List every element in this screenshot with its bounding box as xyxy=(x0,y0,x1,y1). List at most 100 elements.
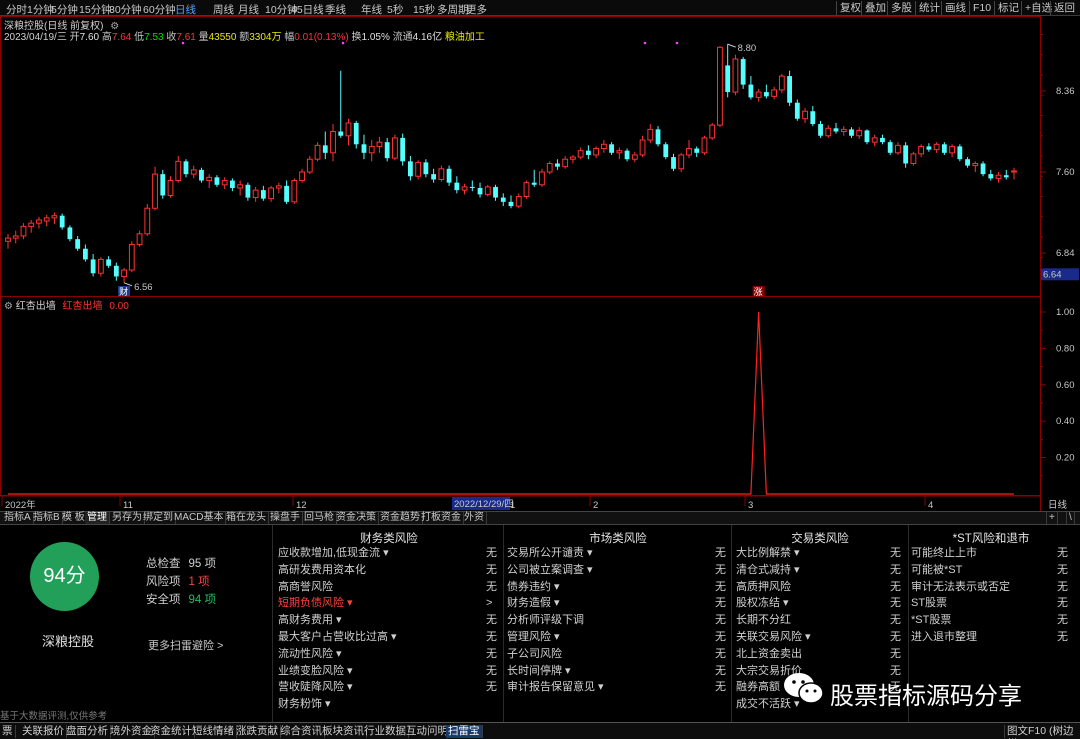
indicator-tab-1[interactable]: 指标B xyxy=(31,512,63,524)
risk-item[interactable]: 管理风险 ▾ xyxy=(507,629,560,645)
indicator-gear-icon[interactable]: ⚙ xyxy=(4,301,13,312)
risk-item[interactable]: 应收款增加,低现金流 ▾ xyxy=(278,545,389,561)
period-12[interactable]: 年线 xyxy=(361,2,382,17)
status-tab-4[interactable]: 资金统计 xyxy=(148,725,195,738)
period-1[interactable]: 1分钟 xyxy=(27,2,54,17)
risk-item[interactable]: 业绩变脸风险 ▾ xyxy=(278,663,353,679)
risk-item-status: 无 xyxy=(715,547,726,559)
period-8[interactable]: 月线 xyxy=(238,2,259,17)
risk-item[interactable]: ST股票 xyxy=(911,595,947,611)
toolbar-button-2[interactable]: 多股 xyxy=(887,1,915,15)
period-10[interactable]: 45日线 xyxy=(291,2,324,17)
indicator-tab-2[interactable]: 模 板 xyxy=(60,512,88,524)
risk-item[interactable]: 股权冻结 ▾ xyxy=(736,595,789,611)
indicator-tab-9[interactable]: 回马枪 xyxy=(302,512,337,524)
period-0[interactable]: 分时 xyxy=(6,2,27,17)
risk-item[interactable]: 交易所公开谴责 ▾ xyxy=(507,545,593,561)
period-7[interactable]: 周线 xyxy=(213,2,234,17)
price-tick-label: 6.84 xyxy=(1056,248,1075,259)
indicator-tick-label: 0.40 xyxy=(1056,416,1075,427)
risk-item[interactable]: 清仓式减持 ▾ xyxy=(736,562,800,578)
toolbar-button-4[interactable]: 画线 xyxy=(941,1,969,15)
period-3[interactable]: 15分钟 xyxy=(79,2,112,17)
status-tab-1[interactable]: 关联报价 xyxy=(20,725,67,738)
period-6[interactable]: 日线 xyxy=(175,2,196,17)
more-scan-link[interactable]: 更多扫雷避险 > xyxy=(148,637,223,653)
status-tab-6[interactable]: 涨跌贡献 xyxy=(234,725,281,738)
toolbar-button-5[interactable]: F10 xyxy=(969,1,994,15)
status-tab-9[interactable]: 行业数据 xyxy=(362,725,409,738)
risk-item[interactable]: 财务造假 ▾ xyxy=(507,595,560,611)
status-tab-2[interactable]: 盘面分析 xyxy=(64,725,111,738)
risk-item[interactable]: 分析师评级下调 xyxy=(507,612,584,628)
toolbar-button-6[interactable]: 标记 xyxy=(994,1,1022,15)
risk-item[interactable]: 高研发费用资本化 xyxy=(278,562,366,578)
risk-item[interactable]: 进入退市整理 xyxy=(911,629,977,645)
risk-item[interactable]: 高商誉风险 xyxy=(278,579,333,595)
status-tab-7[interactable]: 综合资讯 xyxy=(278,725,325,738)
period-5[interactable]: 60分钟 xyxy=(143,2,176,17)
toolbar-button-8[interactable]: 返回 xyxy=(1050,1,1078,15)
f10-sidebar-toggle[interactable]: 图文F10 (树边栏) xyxy=(1004,725,1080,739)
status-tab-0[interactable]: 票 xyxy=(0,725,16,738)
risk-item[interactable]: 大比例解禁 ▾ xyxy=(736,545,800,561)
risk-item[interactable]: 长期不分红 xyxy=(736,612,791,628)
risk-item[interactable]: 公司被立案调查 ▾ xyxy=(507,562,593,578)
risk-item[interactable]: 审计报告保留意见 ▾ xyxy=(507,679,604,695)
risk-item[interactable]: 长时间停牌 ▾ xyxy=(507,663,571,679)
risk-item[interactable]: 债券违约 ▾ xyxy=(507,579,560,595)
period-16[interactable]: 更多 xyxy=(466,2,487,17)
toolbar-button-0[interactable]: 复权 xyxy=(836,1,864,15)
risk-item[interactable]: 最大客户占营收比过高 ▾ xyxy=(278,629,397,645)
candle-body-up xyxy=(252,189,259,199)
wechat-icon xyxy=(784,673,824,704)
tab-bar-control-1[interactable]: \ xyxy=(1066,512,1075,524)
toolbar-button-3[interactable]: 统计 xyxy=(915,1,943,15)
candle-body-down xyxy=(740,59,746,85)
risk-item[interactable]: 关联交易风险 ▾ xyxy=(736,629,811,645)
indicator-tab-0[interactable]: 指标A xyxy=(2,512,34,524)
indicator-tab-3[interactable]: 管理 xyxy=(85,512,110,524)
risk-item[interactable]: 高财务费用 ▾ xyxy=(278,612,342,628)
indicator-tab-12[interactable]: 打板资金 xyxy=(419,512,464,524)
status-tab-11[interactable]: 扫雷宝 xyxy=(446,725,483,738)
date-tick-label: 11 xyxy=(123,500,133,511)
risk-item[interactable]: 短期负债风险 ▾ xyxy=(278,595,353,611)
tab-bar-control-0[interactable]: + xyxy=(1046,512,1058,524)
risk-item[interactable]: 流动性风险 ▾ xyxy=(278,646,342,662)
period-14[interactable]: 15秒 xyxy=(413,2,435,17)
risk-item[interactable]: 可能被*ST xyxy=(911,562,962,578)
period-15[interactable]: 多周期 xyxy=(437,2,469,17)
indicator-name[interactable]: 红杏出墙 xyxy=(16,301,56,312)
risk-item[interactable]: 北上资金卖出 xyxy=(736,646,802,662)
risk-item[interactable]: 高质押风险 xyxy=(736,579,791,595)
indicator-tab-8[interactable]: 操盘手 xyxy=(268,512,303,524)
toolbar-button-1[interactable]: 叠加 xyxy=(861,1,889,15)
indicator-tab-10[interactable]: 资金决策 xyxy=(334,512,379,524)
candle-body-up xyxy=(871,137,878,143)
risk-item[interactable]: 审计无法表示或否定 xyxy=(911,579,1010,595)
status-tab-10[interactable]: 互动问明 xyxy=(404,725,451,738)
period-2[interactable]: 5分钟 xyxy=(51,2,78,17)
risk-item[interactable]: 融券高额 xyxy=(736,679,780,695)
risk-item[interactable]: 可能终止上市 xyxy=(911,545,977,561)
indicator-tab-4[interactable]: 另存为 xyxy=(110,512,145,524)
risk-item[interactable]: *ST股票 xyxy=(911,612,951,628)
risk-item-status: 无 xyxy=(890,580,901,593)
indicator-tab-13[interactable]: 外资 xyxy=(462,512,487,524)
status-tab-8[interactable]: 板块资讯 xyxy=(320,725,367,738)
status-tab-5[interactable]: 短线情绪 xyxy=(190,725,237,738)
period-4[interactable]: 30分钟 xyxy=(109,2,142,17)
indicator-tab-5[interactable]: 绑定到 xyxy=(141,512,176,524)
indicator-tab-11[interactable]: 资金趋势 xyxy=(378,512,423,524)
indicator-tab-6[interactable]: MACD基本 xyxy=(172,512,227,524)
period-11[interactable]: 季线 xyxy=(325,2,346,17)
indicator-tab-7[interactable]: 箱在龙头 xyxy=(224,512,269,524)
chart-area[interactable]: 8.367.606.846.64 1.000.800.600.400.20 20… xyxy=(0,16,1080,511)
risk-item[interactable]: 子公司风险 xyxy=(507,646,562,662)
period-13[interactable]: 5秒 xyxy=(387,2,403,17)
candle-body-down xyxy=(431,174,437,180)
risk-item[interactable]: 营收陡降风险 ▾ xyxy=(278,679,353,695)
disclaimer-text: 基于大数据评测,仅供参考 xyxy=(0,711,108,722)
risk-item[interactable]: 财务粉饰 ▾ xyxy=(278,696,331,712)
